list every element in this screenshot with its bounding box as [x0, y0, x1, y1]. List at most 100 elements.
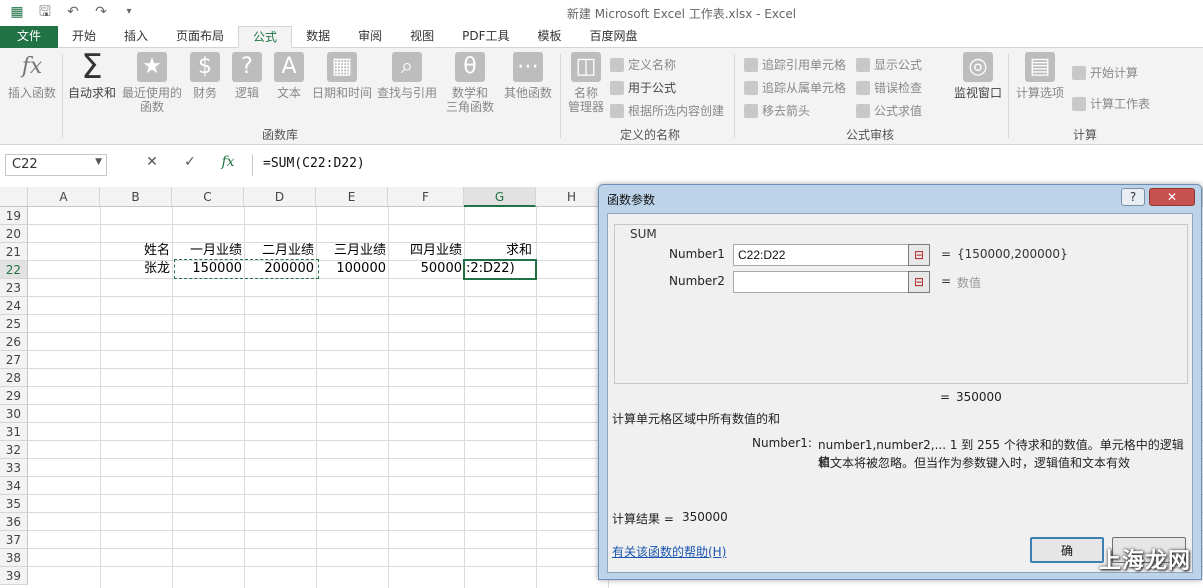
row-header-29[interactable]: 29: [0, 387, 28, 405]
enter-icon[interactable]: ✓: [180, 154, 200, 170]
arg2-result: 数值: [957, 276, 982, 290]
remove-arrows-button[interactable]: 移去箭头: [744, 102, 810, 119]
chevron-down-icon[interactable]: ▼: [95, 157, 102, 167]
tag-icon: ◫: [571, 52, 601, 82]
cancel-icon[interactable]: ✕: [142, 154, 162, 170]
formula-input[interactable]: =SUM(C22:D22): [252, 154, 1203, 176]
close-icon[interactable]: ✕: [1149, 188, 1195, 206]
row-header-38[interactable]: 38: [0, 549, 28, 567]
tab-insert[interactable]: 插入: [110, 26, 162, 48]
row-header-23[interactable]: 23: [0, 279, 28, 297]
ribbon-separator: [1008, 54, 1009, 138]
calc-now-button[interactable]: 开始计算: [1072, 64, 1138, 81]
evaluate-formula-button[interactable]: 公式求值: [856, 102, 922, 119]
tab-home[interactable]: 开始: [58, 26, 110, 48]
watch-window-button[interactable]: ◎ 监视窗口: [950, 52, 1006, 100]
define-name-button[interactable]: 定义名称: [610, 56, 676, 73]
tab-file[interactable]: 文件: [0, 26, 58, 48]
datetime-button[interactable]: ▦ 日期和时间: [310, 52, 374, 100]
row-header-27[interactable]: 27: [0, 351, 28, 369]
column-header-f[interactable]: F: [388, 187, 464, 207]
arg1-input[interactable]: [733, 244, 909, 266]
group-label-function-library: 函数库: [261, 128, 298, 142]
cell-d21[interactable]: 二月业绩: [244, 242, 316, 260]
text-button[interactable]: A 文本: [270, 52, 308, 100]
tab-review[interactable]: 审阅: [344, 26, 396, 48]
cell-c21[interactable]: 一月业绩: [172, 242, 244, 260]
function-arguments-dialog: 函数参数 ? ✕ SUM Number1 ⊟ = {150000,200000}…: [598, 184, 1202, 580]
more-functions-button[interactable]: ⋯ 其他函数: [502, 52, 554, 100]
column-header-e[interactable]: E: [316, 187, 388, 207]
create-from-selection-button[interactable]: 根据所选内容创建: [610, 102, 724, 119]
formula-result-value: 350000: [956, 390, 1002, 404]
column-header-a[interactable]: A: [28, 187, 100, 207]
name-manager-button[interactable]: ◫ 名称 管理器: [564, 52, 608, 114]
calc-sheet-button[interactable]: 计算工作表: [1072, 95, 1150, 112]
use-in-formula-button[interactable]: 用于公式: [610, 79, 676, 96]
financial-button[interactable]: $ 财务: [186, 52, 224, 100]
row-header-39[interactable]: 39: [0, 567, 28, 585]
row-header-36[interactable]: 36: [0, 513, 28, 531]
tab-page-layout[interactable]: 页面布局: [162, 26, 238, 48]
row-header-37[interactable]: 37: [0, 531, 28, 549]
select-all-corner[interactable]: [0, 187, 28, 207]
row-header-25[interactable]: 25: [0, 315, 28, 333]
error-checking-button[interactable]: 错误检查: [856, 79, 922, 96]
row-header-30[interactable]: 30: [0, 405, 28, 423]
cell-e21[interactable]: 三月业绩: [316, 242, 388, 260]
cell-b21[interactable]: 姓名: [100, 242, 172, 260]
calc-result-value: 350000: [682, 510, 728, 524]
row-header-33[interactable]: 33: [0, 459, 28, 477]
theta-icon: θ: [455, 52, 485, 82]
tab-templates[interactable]: 模板: [524, 26, 576, 48]
help-link[interactable]: 有关该函数的帮助(H): [612, 543, 726, 560]
math-trig-button[interactable]: θ 数学和 三角函数: [440, 52, 500, 114]
recently-used-button[interactable]: ★ 最近使用的 函数: [120, 52, 184, 114]
column-header-d[interactable]: D: [244, 187, 316, 207]
row-header-35[interactable]: 35: [0, 495, 28, 513]
title-bar: ▦ 🖫 ↶ ↷ ▾ 新建 Microsoft Excel 工作表.xlsx - …: [0, 0, 1203, 26]
cell-f21[interactable]: 四月业绩: [388, 242, 464, 260]
tab-pdf-tools[interactable]: PDF工具: [448, 26, 523, 48]
autosum-button[interactable]: Σ 自动求和: [64, 50, 120, 100]
cell-e22[interactable]: 100000: [316, 260, 388, 278]
ok-button[interactable]: 确: [1030, 537, 1104, 563]
group-label-defined-names: 定义的名称: [619, 128, 680, 142]
cell-g21[interactable]: 求和: [464, 242, 536, 260]
insert-function-button[interactable]: fx 插入函数: [4, 52, 60, 100]
row-header-22[interactable]: 22: [0, 261, 28, 279]
insert-function-icon[interactable]: fx: [218, 154, 238, 170]
cell-b22[interactable]: 张龙: [100, 260, 172, 278]
tab-view[interactable]: 视图: [396, 26, 448, 48]
collapse-dialog-icon[interactable]: ⊟: [908, 244, 930, 266]
row-header-20[interactable]: 20: [0, 225, 28, 243]
trace-dependents-button[interactable]: 追踪从属单元格: [744, 79, 846, 96]
arg1-label: Number1: [669, 247, 725, 261]
lookup-button[interactable]: ⌕ 查找与引用: [376, 52, 438, 100]
row-header-24[interactable]: 24: [0, 297, 28, 315]
logical-button[interactable]: ? 逻辑: [228, 52, 266, 100]
help-icon[interactable]: ?: [1121, 188, 1145, 206]
row-header-21[interactable]: 21: [0, 243, 28, 261]
show-formulas-icon: [856, 57, 870, 72]
tab-baidu-netdisk[interactable]: 百度网盘: [576, 26, 652, 48]
row-header-32[interactable]: 32: [0, 441, 28, 459]
column-header-g[interactable]: G: [464, 187, 536, 207]
row-header-19[interactable]: 19: [0, 207, 28, 225]
show-formulas-button[interactable]: 显示公式: [856, 56, 922, 73]
name-box[interactable]: C22 ▼: [5, 154, 107, 176]
calc-options-button[interactable]: ▤ 计算选项: [1012, 52, 1068, 100]
tab-data[interactable]: 数据: [292, 26, 344, 48]
row-header-34[interactable]: 34: [0, 477, 28, 495]
column-header-b[interactable]: B: [100, 187, 172, 207]
cell-f22[interactable]: 50000: [388, 260, 464, 278]
trace-precedents-button[interactable]: 追踪引用单元格: [744, 56, 846, 73]
arg2-input[interactable]: [733, 271, 909, 293]
tab-formulas[interactable]: 公式: [238, 26, 293, 48]
row-header-28[interactable]: 28: [0, 369, 28, 387]
collapse-dialog-icon[interactable]: ⊟: [908, 271, 930, 293]
row-header-26[interactable]: 26: [0, 333, 28, 351]
row-header-31[interactable]: 31: [0, 423, 28, 441]
column-header-c[interactable]: C: [172, 187, 244, 207]
arguments-group: SUM Number1 ⊟ = {150000,200000} Number2 …: [614, 224, 1188, 384]
